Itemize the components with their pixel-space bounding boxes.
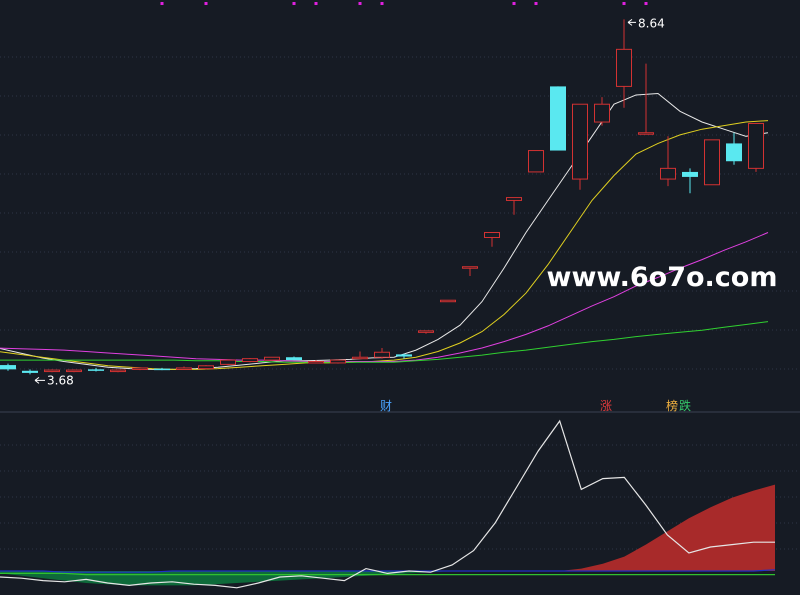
candle-body-up <box>572 103 588 180</box>
ma-line-yellow <box>0 120 769 370</box>
candle-body-up <box>44 369 60 373</box>
candle <box>484 232 500 247</box>
candle <box>176 366 192 370</box>
signal-dot <box>358 2 362 5</box>
candle <box>704 139 720 186</box>
candle <box>88 367 104 372</box>
signal-dot <box>204 2 208 5</box>
candle <box>462 266 478 276</box>
signal-dot <box>160 2 164 5</box>
candle-body-up <box>462 266 478 269</box>
candle <box>154 367 170 371</box>
top-marker-dots <box>160 2 648 5</box>
candle-body-up <box>66 369 82 373</box>
candle <box>352 351 368 360</box>
candle-body-up <box>528 150 544 173</box>
event-marker: 跌 <box>679 398 691 413</box>
event-marker: 财 <box>380 399 392 413</box>
candle-body-up <box>704 139 720 186</box>
candle-body-up <box>660 167 676 180</box>
candle <box>220 359 236 366</box>
candle <box>616 19 632 108</box>
candle <box>550 86 566 151</box>
candle <box>506 197 522 215</box>
candle-body-up <box>374 351 390 358</box>
candle <box>0 363 16 371</box>
low-arrow <box>34 376 45 384</box>
candle-body-up <box>176 367 192 370</box>
candle <box>22 369 38 375</box>
candle <box>198 365 214 370</box>
signal-dot <box>512 2 516 5</box>
candle <box>264 356 280 361</box>
chart-canvas: 8.64 3.68 财 涨 榜跌 www.6o7o.com <box>0 2 800 589</box>
candle <box>330 359 346 364</box>
candle-body-up <box>242 358 258 363</box>
candle-body-up <box>132 367 148 370</box>
candle <box>528 150 544 173</box>
high-arrow <box>627 19 636 26</box>
candle-body-down <box>550 86 566 151</box>
candle-body-down <box>286 357 302 361</box>
candle-body-up <box>748 122 764 169</box>
signal-dot <box>380 2 384 5</box>
low-price-label: 3.68 <box>47 373 74 387</box>
signal-dot <box>622 2 626 5</box>
candle-body-down <box>0 365 16 370</box>
high-price-label: 8.64 <box>638 16 665 30</box>
candle-body-up <box>352 356 368 360</box>
candle <box>286 356 302 361</box>
candle-body-up <box>440 299 456 303</box>
candle-body-up <box>418 330 434 333</box>
candle <box>726 132 742 165</box>
signal-dot <box>314 2 318 5</box>
candle <box>572 103 588 190</box>
indicator-red-area <box>0 484 775 571</box>
candle-body-down <box>88 369 104 371</box>
candle <box>418 330 434 334</box>
candle <box>594 97 610 126</box>
candle-body-down <box>396 354 412 357</box>
candle-body-up <box>110 369 126 373</box>
signal-dot <box>534 2 538 5</box>
candle <box>660 136 676 187</box>
candle-body-up <box>220 359 236 365</box>
candle-body-down <box>726 143 742 162</box>
watermark-text: www.6o7o.com <box>547 262 778 293</box>
event-markers: 财 涨 榜跌 <box>380 398 691 413</box>
grid-lines <box>0 56 800 550</box>
candle-body-down <box>154 368 170 371</box>
candle <box>638 63 654 135</box>
candle-body-up <box>638 132 654 135</box>
candle <box>748 122 764 172</box>
signal-dot <box>292 2 296 5</box>
event-marker: 榜 <box>666 398 678 413</box>
candle-body-up <box>616 48 632 87</box>
candle <box>682 168 698 194</box>
candle-body-up <box>264 356 280 361</box>
candle-body-down <box>682 171 698 177</box>
candle-body-up <box>506 197 522 201</box>
candle-body-up <box>330 359 346 364</box>
candle <box>44 369 60 373</box>
candle <box>110 369 126 373</box>
event-marker: 涨 <box>600 398 612 413</box>
candle <box>374 347 390 359</box>
candle <box>440 299 456 303</box>
candle-body-up <box>308 361 324 364</box>
candle-body-up <box>484 232 500 238</box>
candle <box>66 369 82 373</box>
indicator-panel <box>0 419 776 589</box>
candle <box>132 367 148 371</box>
price-annotations: 8.64 3.68 <box>34 16 665 387</box>
candle-body-up <box>198 365 214 370</box>
candle-body-down <box>22 370 38 373</box>
candlestick-series <box>0 19 764 375</box>
candle <box>242 357 258 363</box>
candle-body-up <box>594 103 610 123</box>
signal-dot <box>644 2 648 5</box>
